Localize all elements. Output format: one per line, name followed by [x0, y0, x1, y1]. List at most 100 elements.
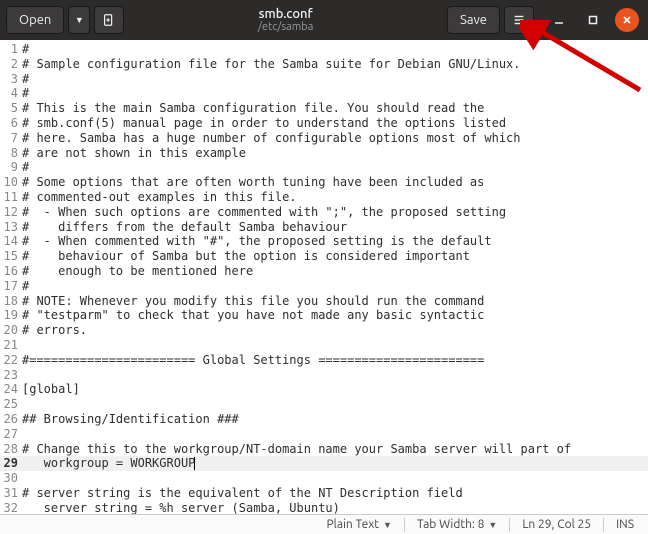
window-maximize-button[interactable]: [581, 8, 605, 32]
editor-line[interactable]: 8# are not shown in this example: [0, 146, 648, 161]
open-recent-dropdown[interactable]: ▼: [68, 6, 90, 34]
line-number: 5: [0, 101, 22, 116]
line-number: 17: [0, 279, 22, 294]
editor-line[interactable]: 32 server string = %h server (Samba, Ubu…: [0, 501, 648, 514]
editor-line[interactable]: 9#: [0, 160, 648, 175]
editor-line[interactable]: 7# here. Samba has a huge number of conf…: [0, 131, 648, 146]
line-text: # - When such options are commented with…: [22, 205, 648, 220]
line-number: 2: [0, 57, 22, 72]
line-text: [22, 368, 648, 383]
syntax-selector[interactable]: Plain Text ▼: [318, 518, 399, 531]
text-editor-area[interactable]: 1#2# Sample configuration file for the S…: [0, 40, 648, 514]
editor-line[interactable]: 6# smb.conf(5) manual page in order to u…: [0, 116, 648, 131]
tab-width-selector[interactable]: Tab Width: 8 ▼: [409, 518, 505, 531]
save-button[interactable]: Save: [447, 6, 500, 34]
open-button[interactable]: Open: [6, 6, 64, 34]
line-number: 10: [0, 175, 22, 190]
line-number: 25: [0, 397, 22, 412]
line-number: 19: [0, 308, 22, 323]
editor-line[interactable]: 3#: [0, 72, 648, 87]
maximize-icon: [588, 15, 598, 25]
new-tab-button[interactable]: [94, 6, 124, 34]
line-number: 12: [0, 205, 22, 220]
line-text: # here. Samba has a huge number of confi…: [22, 131, 648, 146]
line-number: 20: [0, 323, 22, 338]
line-number: 23: [0, 368, 22, 383]
editor-line[interactable]: 30: [0, 471, 648, 486]
editor-line[interactable]: 2# Sample configuration file for the Sam…: [0, 57, 648, 72]
line-number: 26: [0, 412, 22, 427]
line-number: 7: [0, 131, 22, 146]
editor-line[interactable]: 23: [0, 368, 648, 383]
editor-line[interactable]: 12# - When such options are commented wi…: [0, 205, 648, 220]
line-number: 22: [0, 353, 22, 368]
editor-line[interactable]: 10# Some options that are often worth tu…: [0, 175, 648, 190]
line-text: [22, 338, 648, 353]
chevron-down-icon: ▼: [488, 520, 497, 530]
line-text: # NOTE: Whenever you modify this file yo…: [22, 294, 648, 309]
cursor-position[interactable]: Ln 29, Col 25: [514, 518, 599, 531]
editor-line[interactable]: 27: [0, 427, 648, 442]
line-number: 14: [0, 234, 22, 249]
editor-line[interactable]: 19# "testparm" to check that you have no…: [0, 308, 648, 323]
line-number: 4: [0, 86, 22, 101]
line-number: 18: [0, 294, 22, 309]
line-text: # enough to be mentioned here: [22, 264, 648, 279]
text-cursor: [194, 457, 195, 470]
title-area: smb.conf /etc/samba: [128, 7, 443, 33]
line-text: #: [22, 72, 648, 87]
line-text: #: [22, 42, 648, 57]
close-icon: [622, 15, 632, 25]
editor-line[interactable]: 1#: [0, 42, 648, 57]
line-text: # Some options that are often worth tuni…: [22, 175, 648, 190]
line-number: 1: [0, 42, 22, 57]
window-minimize-button[interactable]: [547, 8, 571, 32]
line-text: [22, 471, 648, 486]
editor-line[interactable]: 4#: [0, 86, 648, 101]
editor-line[interactable]: 21: [0, 338, 648, 353]
line-text: # differs from the default Samba behavio…: [22, 220, 648, 235]
editor-line[interactable]: 11# commented-out examples in this file.: [0, 190, 648, 205]
editor-line[interactable]: 5# This is the main Samba configuration …: [0, 101, 648, 116]
line-number: 13: [0, 220, 22, 235]
line-text: workgroup = WORKGROUP: [22, 456, 648, 471]
line-text: #: [22, 160, 648, 175]
document-title: smb.conf: [259, 7, 313, 21]
line-number: 16: [0, 264, 22, 279]
line-text: [global]: [22, 382, 648, 397]
line-number: 6: [0, 116, 22, 131]
line-text: # Sample configuration file for the Samb…: [22, 57, 648, 72]
hamburger-menu-button[interactable]: [504, 6, 534, 34]
insert-mode[interactable]: INS: [608, 518, 642, 531]
line-text: ## Browsing/Identification ###: [22, 412, 648, 427]
window-close-button[interactable]: [615, 8, 639, 32]
line-text: # This is the main Samba configuration f…: [22, 101, 648, 116]
line-text: # commented-out examples in this file.: [22, 190, 648, 205]
statusbar: Plain Text ▼ Tab Width: 8 ▼ Ln 29, Col 2…: [0, 514, 648, 534]
chevron-down-icon: ▼: [383, 520, 392, 530]
editor-line[interactable]: 16# enough to be mentioned here: [0, 264, 648, 279]
editor-line[interactable]: 18# NOTE: Whenever you modify this file …: [0, 294, 648, 309]
line-text: server string = %h server (Samba, Ubuntu…: [22, 501, 648, 514]
line-number: 9: [0, 160, 22, 175]
editor-line[interactable]: 31# server string is the equivalent of t…: [0, 486, 648, 501]
editor-line[interactable]: 22#======================= Global Settin…: [0, 353, 648, 368]
line-number: 29: [0, 456, 22, 471]
editor-line[interactable]: 24[global]: [0, 382, 648, 397]
editor-line[interactable]: 17#: [0, 279, 648, 294]
line-text: [22, 397, 648, 412]
line-number: 8: [0, 146, 22, 161]
editor-line[interactable]: 14# - When commented with "#", the propo…: [0, 234, 648, 249]
line-number: 21: [0, 338, 22, 353]
editor-line[interactable]: 15# behaviour of Samba but the option is…: [0, 249, 648, 264]
editor-line[interactable]: 20# errors.: [0, 323, 648, 338]
line-number: 30: [0, 471, 22, 486]
editor-line[interactable]: 25: [0, 397, 648, 412]
editor-line[interactable]: 28# Change this to the workgroup/NT-doma…: [0, 442, 648, 457]
editor-line[interactable]: 29 workgroup = WORKGROUP: [0, 456, 648, 471]
line-text: #: [22, 279, 648, 294]
line-text: [22, 427, 648, 442]
line-text: # - When commented with "#", the propose…: [22, 234, 648, 249]
editor-line[interactable]: 26## Browsing/Identification ###: [0, 412, 648, 427]
editor-line[interactable]: 13# differs from the default Samba behav…: [0, 220, 648, 235]
